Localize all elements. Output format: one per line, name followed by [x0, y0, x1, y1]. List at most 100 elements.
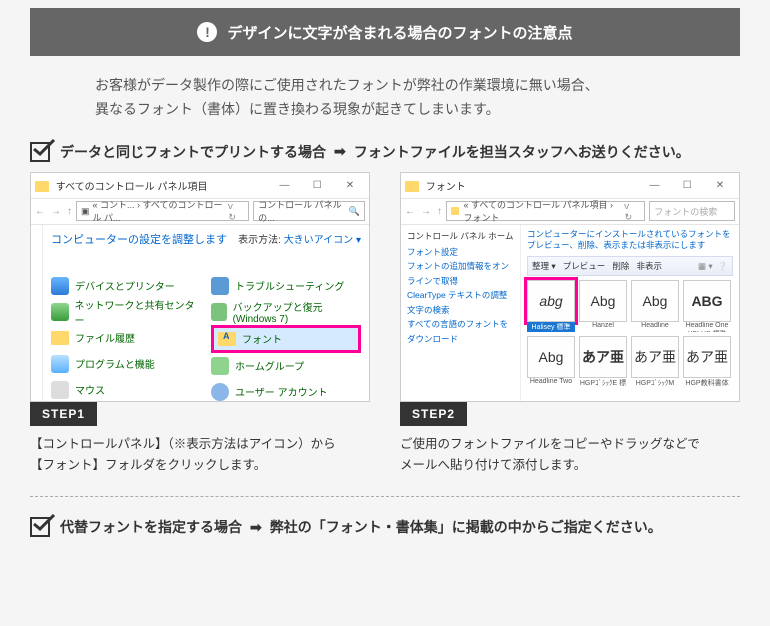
- step2-desc: ご使用のフォントファイルをコピーやドラッグなどで メールへ貼り付けて添付します。: [400, 434, 740, 477]
- search-placeholder: コントロール パネルの...: [258, 198, 349, 224]
- cp-item[interactable]: ネットワークと共有センター: [51, 299, 201, 325]
- sidebar-link[interactable]: フォント設定: [407, 245, 514, 259]
- exclamation-icon: !: [197, 22, 217, 42]
- close-icon[interactable]: ✕: [335, 180, 365, 191]
- toolbar-preview[interactable]: プレビュー: [563, 261, 606, 271]
- home-icon: [211, 357, 229, 375]
- net-icon: [51, 303, 69, 321]
- path-box[interactable]: « すべてのコントロール パネル項目 › フォント ｖ ↻: [446, 201, 645, 221]
- cp-item-fonts-highlighted[interactable]: フォント: [211, 325, 361, 353]
- folder-icon: [405, 181, 419, 192]
- section1-title-b: フォントファイルを担当スタッフへお送りください。: [354, 142, 690, 162]
- arrow-icon: ➡: [334, 143, 346, 160]
- fonts-desc: コンピューターにインストールされているフォントをプレビュー、削除、表示または非表…: [527, 229, 733, 253]
- font-label: Headline Two: [527, 378, 575, 388]
- cp-item[interactable]: トラブルシューティング: [211, 273, 361, 299]
- minimize-icon[interactable]: —: [639, 180, 669, 191]
- cp-item[interactable]: プログラムと機能: [51, 351, 201, 377]
- font-tile[interactable]: Abg: [631, 280, 679, 322]
- step1-badge: STEP1: [30, 402, 97, 426]
- cp-item-label: バックアップと復元 (Windows 7): [233, 299, 361, 325]
- cp-item-label: マウス: [75, 382, 105, 397]
- prog-icon: [51, 355, 69, 373]
- window-titlebar: すべてのコントロール パネル項目 — ☐ ✕: [31, 173, 369, 199]
- nav-back-icon[interactable]: ←: [405, 206, 415, 217]
- nav-fwd-icon[interactable]: →: [421, 206, 431, 217]
- toolbar-hide[interactable]: 非表示: [636, 261, 662, 271]
- step2-column: フォント — ☐ ✕ ← → ↑ « すべてのコントロール パネル項目 › フォント…: [400, 172, 740, 477]
- address-bar: ← → ↑ ▣ « コント... › すべてのコントロール パ... ｖ ↻ コント…: [31, 199, 369, 225]
- window-title: フォント: [426, 182, 466, 193]
- address-bar: ← → ↑ « すべてのコントロール パネル項目 › フォント ｖ ↻ フォントの検…: [401, 199, 739, 225]
- nav-up-icon[interactable]: ↑: [67, 206, 72, 217]
- search-placeholder: フォントの検索: [654, 205, 717, 218]
- nav-fwd-icon[interactable]: →: [51, 206, 61, 217]
- window-titlebar: フォント — ☐ ✕: [401, 173, 739, 199]
- minimize-icon[interactable]: —: [269, 180, 299, 191]
- font-label: Headline One HPLHS 標準: [683, 322, 731, 332]
- view-value[interactable]: 大きいアイコン ▾: [284, 235, 361, 246]
- cp-item[interactable]: デバイスとプリンター: [51, 273, 201, 299]
- cp-item-label: トラブルシューティング: [235, 278, 344, 293]
- font-icon: [218, 332, 236, 346]
- cp-item[interactable]: ユーザー アカウント: [211, 379, 361, 402]
- cp-item-label: プログラムと機能: [75, 356, 155, 371]
- step1-column: すべてのコントロール パネル項目 — ☐ ✕ ← → ↑ ▣ « コント... › …: [30, 172, 370, 477]
- cp-item[interactable]: バックアップと復元 (Windows 7): [211, 299, 361, 325]
- font-tile[interactable]: あア亜: [631, 336, 679, 378]
- backup-icon: [211, 303, 227, 321]
- filehist-icon: [51, 331, 69, 345]
- folder-icon: [35, 181, 49, 192]
- window-controls[interactable]: — ☐ ✕: [269, 180, 365, 191]
- arrow-icon: ➡: [250, 519, 262, 536]
- user-icon: [211, 383, 229, 401]
- cp-item-label: ユーザー アカウント: [235, 384, 328, 399]
- cp-item[interactable]: ホームグループ: [211, 353, 361, 379]
- sidebar-link[interactable]: すべての言語のフォントをダウンロード: [407, 317, 514, 346]
- step1-desc: 【コントロールパネル】（※表示方法はアイコン）から 【フォント】フォルダをクリッ…: [30, 434, 370, 477]
- path-box[interactable]: ▣ « コント... › すべてのコントロール パ... ｖ ↻: [76, 201, 249, 221]
- window-title: すべてのコントロール パネル項目: [56, 182, 208, 193]
- font-label: Hanzel: [579, 322, 627, 332]
- step2-screenshot: フォント — ☐ ✕ ← → ↑ « すべてのコントロール パネル項目 › フォント…: [400, 172, 740, 402]
- warning-banner: ! デザインに文字が含まれる場合のフォントの注意点: [30, 8, 740, 56]
- sidebar-link[interactable]: 文字の検索: [407, 303, 514, 317]
- font-tile[interactable]: あア亜: [579, 336, 627, 378]
- font-tile[interactable]: Abg: [579, 280, 627, 322]
- nav-up-icon[interactable]: ↑: [437, 206, 442, 217]
- section1-title-a: データと同じフォントでプリントする場合: [60, 142, 326, 162]
- sidebar-link[interactable]: ClearType テキストの調整: [407, 288, 514, 302]
- close-icon[interactable]: ✕: [705, 180, 735, 191]
- cp-item-label: フォント: [242, 331, 282, 346]
- view-label: 表示方法:: [238, 235, 281, 246]
- sidebar-link[interactable]: フォントの追加情報をオンラインで取得: [407, 259, 514, 288]
- font-tile[interactable]: あア亜: [683, 336, 731, 378]
- section2-heading: 代替フォントを指定する場合 ➡ 弊社の「フォント・書体集」に掲載の中からご指定く…: [30, 517, 740, 537]
- step1-screenshot: すべてのコントロール パネル項目 — ☐ ✕ ← → ↑ ▣ « コント... › …: [30, 172, 370, 402]
- section2-title-a: 代替フォントを指定する場合: [60, 517, 242, 537]
- cp-item[interactable]: ファイル履歴: [51, 325, 201, 351]
- toolbar-organize[interactable]: 整理 ▾: [532, 261, 556, 271]
- view-mode[interactable]: 表示方法: 大きいアイコン ▾: [238, 231, 361, 246]
- banner-text: デザインに文字が含まれる場合のフォントの注意点: [227, 22, 572, 43]
- cp-item[interactable]: マウス: [51, 377, 201, 402]
- cp-item-label: ホームグループ: [235, 358, 304, 373]
- window-controls[interactable]: — ☐ ✕: [639, 180, 735, 191]
- path-text: « すべてのコントロール パネル項目 › フォント: [463, 198, 622, 224]
- nav-back-icon[interactable]: ←: [35, 206, 45, 217]
- device-icon: [51, 277, 69, 295]
- toolbar-delete[interactable]: 削除: [612, 261, 629, 271]
- font-tile[interactable]: ABG: [683, 280, 731, 322]
- fonts-sidebar: コントロール パネル ホーム フォント設定フォントの追加情報をオンラインで取得C…: [401, 225, 521, 402]
- cp-item-label: ファイル履歴: [75, 330, 135, 345]
- divider: [30, 496, 740, 497]
- maximize-icon[interactable]: ☐: [672, 180, 702, 191]
- font-tile[interactable]: Abg: [527, 336, 575, 378]
- path-text: « コント... › すべてのコントロール パ...: [93, 198, 226, 224]
- font-label: Headline: [631, 322, 679, 332]
- search-box[interactable]: コントロール パネルの... 🔍: [253, 201, 365, 221]
- search-box[interactable]: フォントの検索: [649, 201, 735, 221]
- maximize-icon[interactable]: ☐: [302, 180, 332, 191]
- sidebar-header[interactable]: コントロール パネル ホーム: [407, 229, 514, 243]
- font-tile[interactable]: abg: [527, 280, 575, 322]
